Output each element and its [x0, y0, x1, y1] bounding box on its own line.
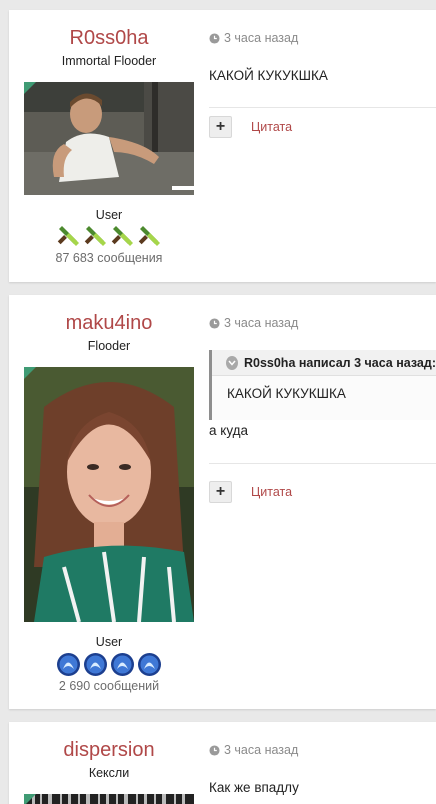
- blue-orb-icon: [111, 653, 134, 676]
- username-link[interactable]: maku4ino: [9, 312, 209, 335]
- blue-orb-icon: [57, 653, 80, 676]
- quote-button[interactable]: Цитата: [251, 120, 292, 134]
- post-content: Как же впадлу: [209, 780, 299, 795]
- post-time-text: 3 часа назад: [224, 31, 299, 45]
- user-rank: Flooder: [87, 339, 131, 353]
- post-time[interactable]: 3 часа назад: [209, 31, 298, 45]
- reputation-plus-button[interactable]: +: [209, 481, 232, 503]
- post-count: 2 690 сообщений: [58, 679, 160, 693]
- chevron-down-icon[interactable]: [226, 355, 238, 370]
- quote-block: R0ss0ha написал 3 часа назад: КАКОЙ КУКУ…: [209, 350, 436, 420]
- green-dagger-icon: [57, 226, 79, 246]
- reputation-plus-button[interactable]: +: [209, 116, 232, 138]
- post: maku4ino Flooder User 2 690 сообщений 3 …: [9, 295, 436, 709]
- clock-icon: [209, 744, 220, 756]
- clock-icon: [209, 317, 220, 329]
- badge-row: [9, 652, 209, 677]
- quote-header-text: R0ss0ha написал 3 часа назад:: [243, 355, 436, 370]
- post-time[interactable]: 3 часа назад: [209, 743, 298, 757]
- post-divider: [209, 107, 436, 108]
- post-time[interactable]: 3 часа назад: [209, 316, 298, 330]
- post-divider: [209, 463, 436, 464]
- blue-orb-icon: [84, 653, 107, 676]
- blue-orb-icon: [138, 653, 161, 676]
- avatar[interactable]: [24, 367, 194, 622]
- green-dagger-icon: [111, 226, 133, 246]
- post-content: КАКОЙ КУКУКШКА: [209, 68, 328, 83]
- badge-row: [9, 224, 209, 249]
- post-content: а куда: [209, 423, 249, 438]
- online-indicator: [24, 794, 36, 804]
- green-dagger-icon: [84, 226, 106, 246]
- post: dispersion Кексли 3 часа назад Как же вп…: [9, 722, 436, 804]
- quote-button[interactable]: Цитата: [251, 485, 292, 499]
- user-rank: Кексли: [88, 766, 130, 780]
- quote-text: КАКОЙ КУКУКШКА: [227, 386, 346, 401]
- post-time-text: 3 часа назад: [224, 743, 299, 757]
- post-count: 87 683 сообщения: [55, 251, 163, 265]
- user-group: User: [95, 635, 123, 649]
- post: R0ss0ha Immortal Flooder User 87 683 соо…: [9, 10, 436, 282]
- green-dagger-icon: [138, 226, 160, 246]
- online-indicator: [24, 82, 36, 94]
- avatar[interactable]: [24, 82, 194, 195]
- online-indicator: [24, 367, 36, 379]
- quote-header[interactable]: R0ss0ha написал 3 часа назад:: [212, 350, 436, 376]
- avatar[interactable]: [24, 794, 194, 804]
- username-link[interactable]: dispersion: [9, 739, 209, 762]
- post-time-text: 3 часа назад: [224, 316, 299, 330]
- user-rank: Immortal Flooder: [61, 54, 157, 68]
- clock-icon: [209, 32, 220, 44]
- username-link[interactable]: R0ss0ha: [9, 27, 209, 50]
- user-group: User: [95, 208, 123, 222]
